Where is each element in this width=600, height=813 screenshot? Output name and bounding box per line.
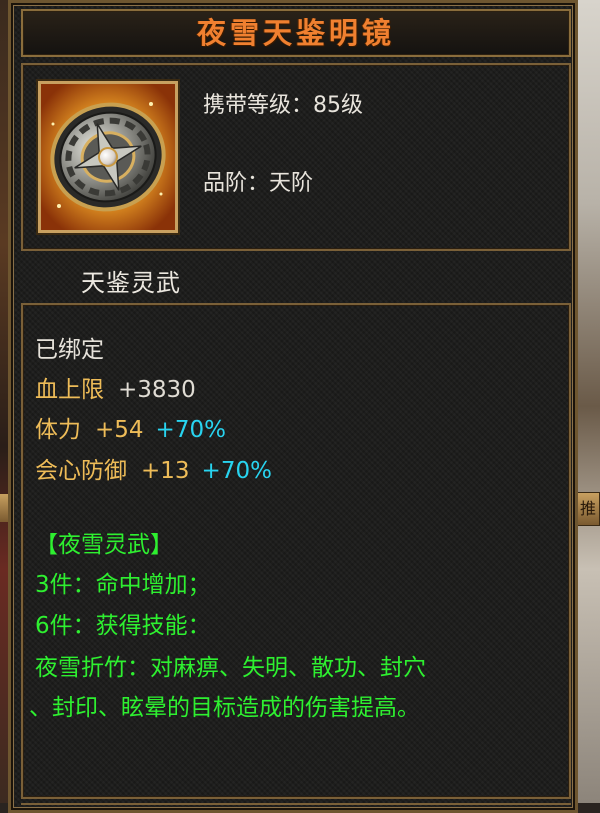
carry-level: 携带等级：85级 — [203, 87, 363, 119]
attribute-name: 会心防御 — [35, 458, 127, 484]
background-tab-left — [0, 494, 8, 522]
attribute-row: 会心防御 +13 +70% — [35, 456, 272, 486]
set-bonus-title: 【夜雪灵武】 — [35, 532, 173, 558]
attributes-panel: 已绑定 血上限 +3830 体力 +54 +70% 会心防御 +13 +70% 【夜雪灵武… — [21, 303, 571, 799]
background-tab-label: 推 — [579, 499, 596, 518]
attribute-name: 血上限 — [35, 377, 104, 403]
item-grade: 品阶：天阶 — [203, 165, 313, 197]
mirror-shield-icon — [38, 81, 178, 233]
carry-level-value: 85级 — [313, 93, 364, 118]
background-tab-right[interactable]: 推 — [576, 492, 600, 526]
set-bonus-6-piece: 6件：获得技能： — [35, 613, 211, 639]
item-name: 夜雪天鉴明镜 — [196, 16, 395, 50]
attribute-name: 体力 — [35, 417, 81, 443]
item-header: 携带等级：85级 品阶：天阶 — [21, 63, 571, 251]
attribute-row: 体力 +54 +70% — [35, 415, 226, 445]
item-title-bar: 夜雪天鉴明镜 — [21, 9, 571, 57]
set-group-name: 天鉴灵武 — [81, 269, 181, 297]
attribute-value: +3830 — [118, 377, 196, 403]
set-bonus-3-piece: 3件：命中增加； — [35, 572, 211, 598]
item-tooltip: 夜雪天鉴明镜 携带等级：85级 品阶：天阶 天鉴灵武 已绑定 血上限 +3830… — [8, 0, 578, 813]
set-skill-description-line-1: 夜雪折竹：对麻痹、失明、散功、封穴 — [35, 655, 426, 681]
attribute-row: 血上限 +3830 — [35, 375, 196, 405]
attribute-value: +13 — [141, 458, 190, 484]
bound-status: 已绑定 — [35, 337, 104, 363]
attribute-bonus: +70% — [155, 417, 226, 443]
panel-footer-divider — [21, 803, 571, 811]
item-grade-value: 天阶 — [269, 171, 314, 196]
attribute-bonus: +70% — [201, 458, 272, 484]
attribute-value: +54 — [95, 417, 144, 443]
background-scene-right — [576, 0, 600, 813]
carry-level-label: 携带等级： — [203, 93, 314, 118]
item-grade-label: 品阶： — [203, 171, 270, 196]
set-skill-description-line-2: 、封印、眩晕的目标造成的伤害提高。 — [29, 695, 420, 721]
